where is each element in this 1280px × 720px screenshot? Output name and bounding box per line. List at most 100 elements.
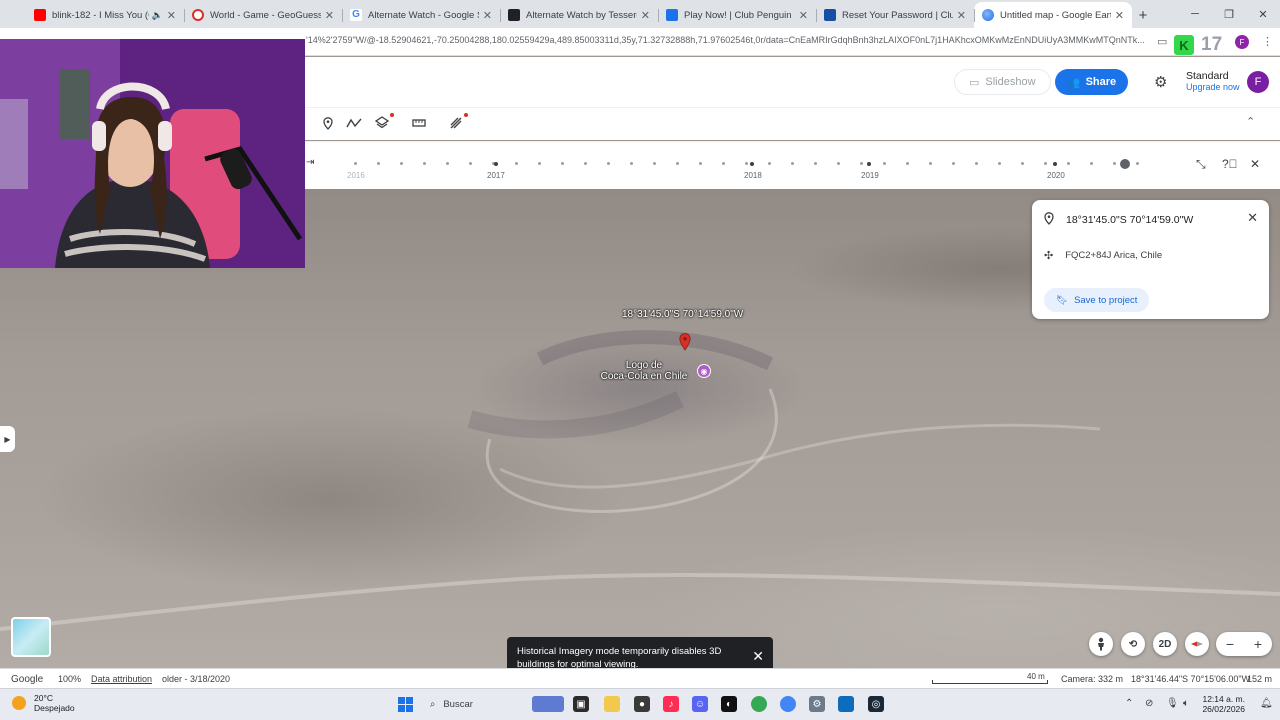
search-highlights-icon[interactable] [532, 696, 564, 712]
account-avatar[interactable]: F [1247, 71, 1269, 93]
maximize-icon[interactable]: ❐ [1212, 0, 1246, 28]
timeline-tick [791, 162, 794, 165]
search-placeholder: Buscar [443, 698, 473, 710]
settings-app-icon[interactable]: ⚙ [809, 696, 825, 712]
zoom-in-icon[interactable]: + [1244, 632, 1272, 656]
tab-club-penguin-play[interactable]: Play Now! | Club Penguin Lega ✕ [658, 2, 816, 28]
layers-icon[interactable] [373, 113, 394, 131]
tab-title: World - Game - GeoGuessr [210, 9, 321, 21]
search-icon: ⌕ [430, 698, 436, 710]
tab-club-penguin-reset[interactable]: Reset Your Password | Club Pen ✕ [816, 2, 974, 28]
system-clock[interactable]: 12:14 a. m. 26/02/2026 [1199, 694, 1245, 714]
close-window-icon[interactable]: ✕ [1246, 0, 1280, 28]
close-timeline-icon[interactable]: ✕ [1250, 157, 1260, 171]
tab-geoguessr[interactable]: World - Game - GeoGuessr ✕ [184, 2, 342, 28]
chrome-profile-icon[interactable] [780, 696, 796, 712]
close-tab-icon[interactable]: ✕ [799, 9, 808, 22]
collapse-toolbar-icon[interactable]: ⌃ [1246, 115, 1255, 128]
timeline-slider-handle[interactable] [1120, 159, 1130, 169]
cast-icon[interactable]: ▭ [1157, 35, 1167, 48]
share-button[interactable]: 👥 Share [1055, 69, 1128, 95]
minimize-icon[interactable]: ─ [1178, 0, 1212, 28]
close-tab-icon[interactable]: ✕ [325, 9, 334, 22]
tab-youtube[interactable]: blink-182 - I Miss You (Offic 🔈 ✕ [26, 2, 184, 28]
historical-imagery-icon[interactable] [447, 113, 468, 131]
toggle-2d-button[interactable]: 2D [1153, 632, 1177, 656]
microphone-icon[interactable]: 🎙︎ [1166, 698, 1179, 709]
tab-google-earth[interactable]: Untitled map - Google Earth ✕ [974, 2, 1132, 28]
timeline-tick [1067, 162, 1070, 165]
tab-alternate-watch[interactable]: Alternate Watch by Tesseron ✕ [500, 2, 658, 28]
timeline-tick [837, 162, 840, 165]
share-label: Share [1085, 76, 1117, 88]
expand-panel-icon[interactable]: ▶ [0, 426, 15, 452]
fullscreen-icon[interactable]: ⤡ [1196, 157, 1206, 172]
plan-info[interactable]: Standard Upgrade now [1186, 71, 1240, 93]
tab-google-search[interactable]: G Alternate Watch - Google Sea ✕ [342, 2, 500, 28]
extension-icon[interactable]: K [1174, 35, 1194, 55]
timeline-year-label: 2018 [744, 171, 762, 180]
compass-icon[interactable] [1185, 632, 1209, 656]
chrome-icon[interactable] [751, 696, 767, 712]
tray-overflow-icon[interactable]: ⌃ [1125, 698, 1133, 709]
discord-icon[interactable]: ☺ [692, 696, 708, 712]
measure-ruler-icon[interactable] [410, 115, 428, 131]
browser-menu-icon[interactable]: ⋮ [1262, 35, 1273, 48]
timeline-jump-start-icon[interactable]: ⇥ [306, 157, 314, 168]
add-placemark-icon[interactable] [319, 115, 337, 131]
app-icon[interactable]: ◐ [721, 696, 737, 712]
close-tab-icon[interactable]: ✕ [1115, 9, 1124, 22]
plus-code-icon: ✣ [1044, 250, 1054, 262]
zoom-out-icon[interactable]: − [1216, 632, 1244, 656]
timeline-tick [538, 162, 541, 165]
draw-path-icon[interactable] [345, 115, 363, 131]
browser-profile-avatar[interactable]: F [1235, 35, 1249, 49]
timeline-tick [1044, 162, 1047, 165]
tiktok-icon[interactable]: ♪ [663, 696, 679, 712]
help-icon[interactable]: ?⃝ [1222, 157, 1238, 171]
landmark-camera-icon[interactable]: ◉ [697, 364, 711, 378]
new-tab-button[interactable]: + [1132, 2, 1154, 28]
map-style-thumbnail[interactable] [11, 617, 51, 657]
close-tab-icon[interactable]: ✕ [167, 9, 176, 22]
google-earth-favicon-icon [982, 9, 994, 21]
volume-icon[interactable]: 🔈︎ [1183, 698, 1189, 709]
cursor-elevation: 152 m [1247, 674, 1273, 684]
tab-title: Play Now! | Club Penguin Lega [684, 9, 795, 21]
obs-studio-icon[interactable]: ● [634, 696, 650, 712]
place-label[interactable]: Logo de Coca-Cola en Chile [598, 360, 690, 382]
task-view-icon[interactable]: ▣ [573, 696, 589, 712]
data-attribution-link[interactable]: Data attribution [91, 674, 152, 684]
timeline-track[interactable] [336, 161, 1158, 166]
speaker-icon[interactable]: 🔈 [152, 10, 163, 21]
weather-widget[interactable]: 20°C Despejado [12, 693, 75, 713]
url-field[interactable]: '14%2'2759"W/@-18.52904621,-70.25004288,… [306, 35, 1148, 45]
close-card-icon[interactable]: ✕ [1247, 210, 1258, 226]
taskbar-search[interactable]: ⌕ Buscar [424, 695, 536, 713]
notifications-icon[interactable]: 🔔︎ [1260, 698, 1273, 709]
timeline-tick [1090, 162, 1093, 165]
weather-condition: Despejado [34, 703, 75, 713]
settings-gear-icon[interactable]: ⚙ [1154, 73, 1167, 91]
plus-code-text: FQC2+84J Arica, Chile [1065, 250, 1163, 261]
timeline-year-tick [867, 161, 871, 166]
timeline-tick [929, 162, 932, 165]
close-tab-icon[interactable]: ✕ [483, 9, 492, 22]
windows-start-icon[interactable] [397, 696, 413, 712]
steam-icon[interactable]: ◎ [868, 696, 884, 712]
cursor-coordinates: 18°31'46.44"S 70°15'06.00"W [1131, 674, 1251, 684]
scale-bar [932, 680, 1048, 684]
network-icon[interactable]: ⊘ [1145, 698, 1153, 709]
slideshow-button[interactable]: ▭ Slideshow [954, 69, 1051, 95]
app-icon[interactable] [838, 696, 854, 712]
save-to-project-button[interactable]: 🔖︎ Save to project [1044, 288, 1150, 312]
close-tab-icon[interactable]: ✕ [957, 9, 966, 22]
file-explorer-icon[interactable] [604, 696, 620, 712]
close-tab-icon[interactable]: ✕ [641, 9, 650, 22]
rotate-view-icon[interactable]: ⟲ [1121, 632, 1145, 656]
red-placemark-pin-icon[interactable] [679, 333, 691, 354]
tab-strip: blink-182 - I Miss You (Offic 🔈 ✕ World … [0, 0, 1280, 28]
close-toast-icon[interactable]: ✕ [752, 649, 764, 663]
upgrade-link[interactable]: Upgrade now [1186, 82, 1240, 93]
pegman-street-view-icon[interactable] [1089, 632, 1113, 656]
